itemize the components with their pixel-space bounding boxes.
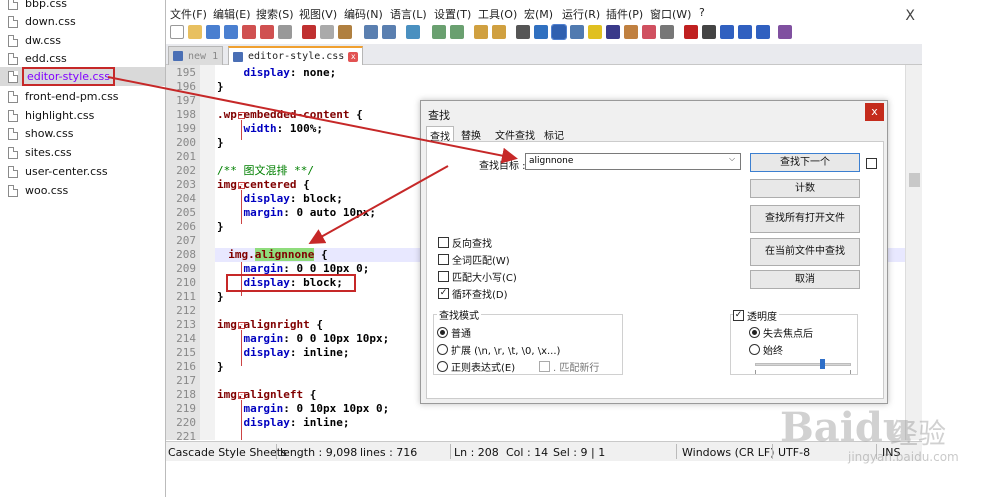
watermark-url: jingyan.baidu.com: [848, 450, 959, 464]
screenshot: bbp.css down.css dw.css edd.css editor-s…: [0, 0, 1000, 497]
arrow-to-match: [308, 165, 449, 244]
arrow-to-find-input: [107, 76, 518, 164]
watermark: Baidu 经验 jingyan.baidu.com: [760, 398, 990, 468]
watermark-cn: 经验: [890, 417, 947, 450]
